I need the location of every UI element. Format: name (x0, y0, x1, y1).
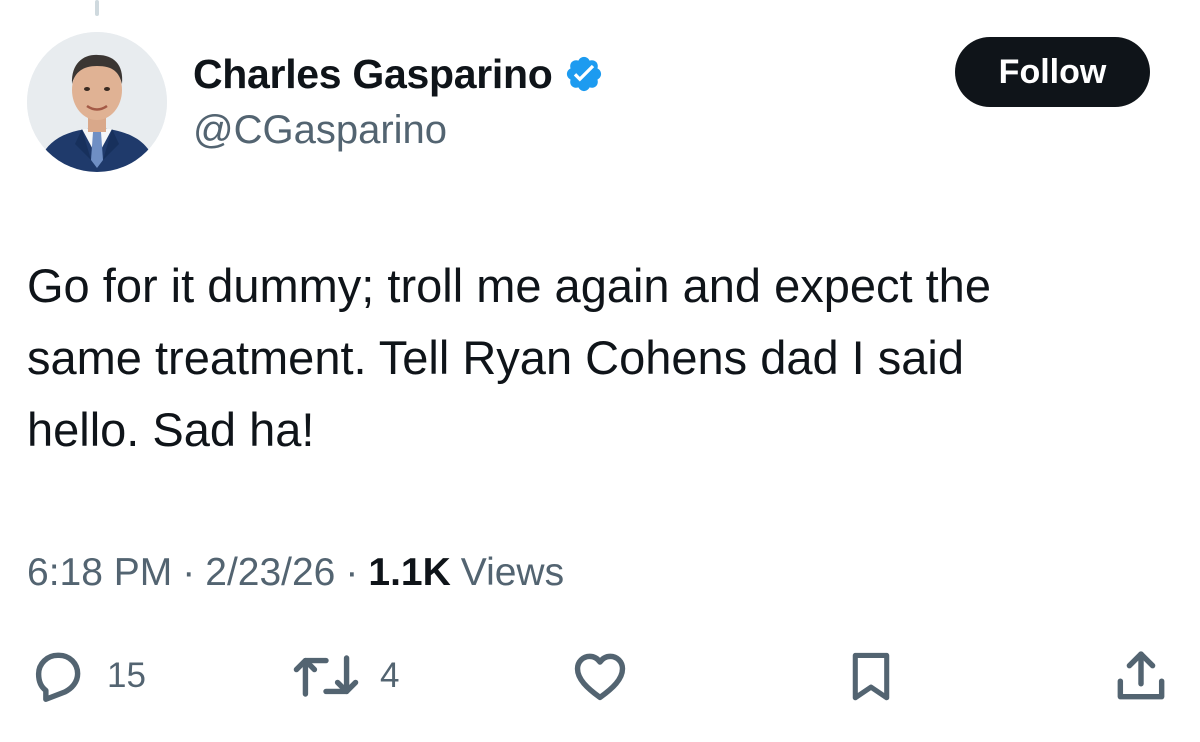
reply-count: 15 (107, 656, 146, 695)
tweet-text: Go for it dummy; troll me again and expe… (27, 250, 1177, 466)
repost-button[interactable]: 4 (290, 636, 399, 716)
tweet-date[interactable]: 2/23/26 (205, 551, 335, 595)
follow-button[interactable]: Follow (955, 37, 1150, 107)
reply-button[interactable]: 15 (27, 636, 146, 716)
meta-separator: · (182, 551, 196, 594)
repost-count: 4 (380, 656, 400, 695)
like-button[interactable] (568, 636, 632, 716)
heart-icon (574, 653, 626, 701)
tweet-text-line: Go for it dummy; troll me again and expe… (27, 259, 991, 312)
meta-separator: · (345, 551, 359, 594)
author-name-row: Charles Gasparino (193, 46, 604, 102)
tweet-text-line: hello. Sad ha! (27, 403, 315, 456)
views-label: Views (460, 551, 565, 594)
action-bar: 15 4 (0, 636, 1200, 716)
verified-badge-icon (567, 56, 602, 92)
thread-connector-line (95, 0, 99, 16)
repost-icon (293, 655, 359, 697)
views-count: 1.1K (368, 551, 451, 594)
author-display-name[interactable]: Charles Gasparino (193, 51, 553, 98)
reply-icon (35, 652, 81, 702)
tweet-view: Charles Gasparino @CGasparino Follow Go … (0, 0, 1200, 742)
avatar[interactable] (27, 32, 167, 172)
share-icon (1117, 651, 1165, 700)
tweet-meta: 6:18 PM · 2/23/26 · 1.1K Views (27, 545, 564, 601)
share-button[interactable] (1110, 636, 1172, 716)
tweet-time[interactable]: 6:18 PM (27, 551, 172, 595)
bookmark-icon (852, 652, 890, 701)
tweet-text-line: same treatment. Tell Ryan Cohens dad I s… (27, 331, 965, 384)
bookmark-button[interactable] (842, 636, 900, 716)
author-handle[interactable]: @CGasparino (193, 108, 447, 153)
